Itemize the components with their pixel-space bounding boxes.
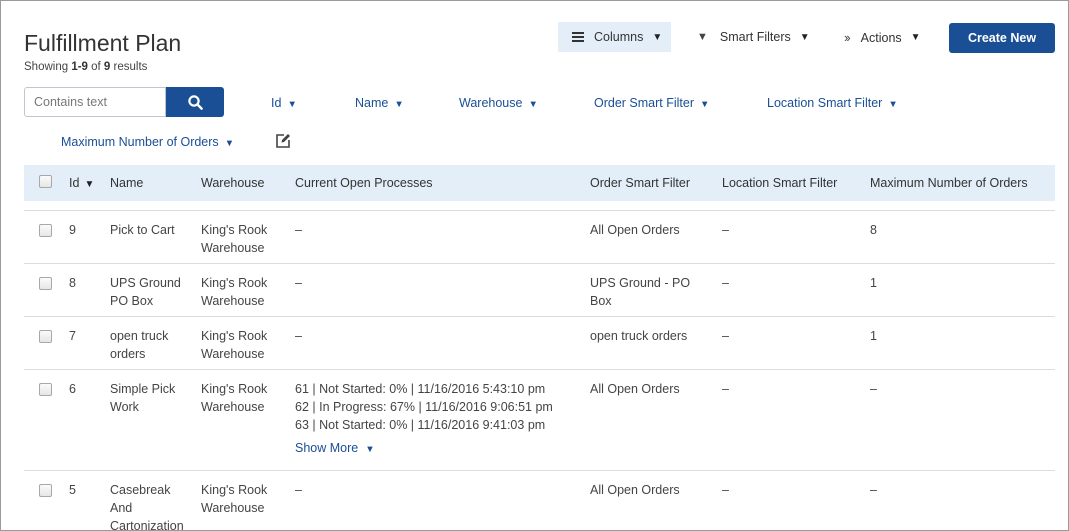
caret-down-icon: ▼ (224, 138, 235, 149)
row-checkbox[interactable] (39, 330, 52, 343)
column-header-max-orders[interactable]: Maximum Number of Orders (870, 176, 1028, 190)
cell-warehouse: King's Rook Warehouse (201, 483, 268, 515)
caret-down-icon: ▼ (365, 444, 375, 455)
cell-location-smart-filter: – (722, 276, 729, 290)
caret-down-icon: ▼ (910, 32, 921, 43)
column-header-name[interactable]: Name (110, 176, 143, 190)
cell-max-orders: 1 (870, 329, 877, 343)
cell-location-smart-filter: – (722, 483, 729, 497)
cell-id: 5 (69, 483, 76, 497)
app-frame: Fulfillment Plan Showing 1-9 of 9 result… (0, 0, 1069, 531)
table-row[interactable]: 6 Simple Pick Work King's Rook Warehouse 61 |… (24, 369, 1055, 470)
caret-down-icon: ▼ (287, 99, 297, 110)
cell-name: Simple Pick Work (110, 382, 176, 414)
column-header-current-open-processes[interactable]: Current Open Processes (295, 176, 433, 190)
cell-id: 6 (69, 382, 76, 396)
filter-order-smart-filter[interactable]: Order Smart Filter ▼ (594, 96, 709, 110)
cell-current-open-processes: – (295, 483, 302, 497)
filter-name[interactable]: Name ▼ (355, 96, 404, 110)
cell-max-orders: – (870, 483, 877, 497)
column-header-order-smart-filter[interactable]: Order Smart Filter (590, 176, 690, 190)
select-all-checkbox[interactable] (39, 175, 52, 188)
table-header: Id ▼ Name Warehouse Current Open Processe… (24, 165, 1055, 201)
list-icon (572, 31, 584, 43)
cell-max-orders: 8 (870, 223, 877, 237)
caret-down-icon: ▼ (394, 99, 404, 110)
cell-current-open-processes: – (295, 276, 302, 290)
search-button[interactable] (166, 87, 224, 117)
cell-warehouse: King's Rook Warehouse (201, 329, 268, 361)
cell-order-smart-filter: All Open Orders (590, 382, 680, 396)
filter-max-orders[interactable]: Maximum Number of Orders ▼ (61, 135, 234, 149)
funnel-icon: ▼ (697, 31, 708, 43)
column-header-id[interactable]: Id ▼ (69, 176, 94, 190)
show-more-link[interactable]: Show More ▼ (295, 439, 585, 459)
cell-current-open-processes: – (295, 329, 302, 343)
table-row[interactable]: 8 UPS Ground PO Box King's Rook Warehouse – UP… (24, 263, 1055, 316)
caret-down-icon: ▼ (652, 31, 663, 43)
table-row[interactable]: 5 Casebreak And Cartonization King's Rook War… (24, 470, 1055, 531)
cell-id: 7 (69, 329, 76, 343)
table-row[interactable]: 9 Pick to Cart King's Rook Warehouse – All Op… (24, 210, 1055, 263)
smart-filters-button[interactable]: ▼ Smart Filters ▼ (697, 30, 810, 44)
page-title: Fulfillment Plan (24, 30, 182, 56)
results-summary: Showing 1-9 of 9 results (24, 61, 148, 73)
cell-warehouse: King's Rook Warehouse (201, 382, 268, 414)
filter-warehouse[interactable]: Warehouse ▼ (459, 96, 538, 110)
cell-location-smart-filter: – (722, 329, 729, 343)
edit-icon[interactable] (275, 133, 291, 149)
cell-order-smart-filter: open truck orders (590, 329, 688, 343)
cell-location-smart-filter: – (722, 382, 729, 396)
column-header-location-smart-filter[interactable]: Location Smart Filter (722, 176, 837, 190)
cell-current-open-processes: – (295, 223, 302, 237)
caret-down-icon: ▼ (799, 31, 810, 43)
caret-down-icon: ▼ (528, 99, 538, 110)
cell-max-orders: 1 (870, 276, 877, 290)
double-chevron-icon: ›› (844, 30, 851, 45)
cell-max-orders: – (870, 382, 877, 396)
cell-name: UPS Ground PO Box (110, 276, 181, 308)
table-row[interactable]: 7 open truck orders King's Rook Warehouse – op… (24, 316, 1055, 369)
filter-id[interactable]: Id ▼ (271, 96, 297, 110)
search-icon (187, 94, 203, 110)
create-new-button[interactable]: Create New (949, 23, 1055, 53)
cell-id: 9 (69, 223, 76, 237)
row-checkbox[interactable] (39, 224, 52, 237)
cell-order-smart-filter: All Open Orders (590, 223, 680, 237)
cell-id: 8 (69, 276, 76, 290)
row-checkbox[interactable] (39, 484, 52, 497)
caret-down-icon: ▼ (888, 99, 898, 110)
sort-desc-icon: ▼ (84, 179, 95, 190)
cell-name: Casebreak And Cartonization (110, 483, 184, 531)
cell-current-open-processes: 61 | Not Started: 0% | 11/16/2016 5:43:1… (295, 380, 585, 459)
columns-button[interactable]: Columns ▼ (558, 22, 671, 52)
column-header-warehouse[interactable]: Warehouse (201, 176, 264, 190)
filter-location-smart-filter[interactable]: Location Smart Filter ▼ (767, 96, 898, 110)
row-checkbox[interactable] (39, 383, 52, 396)
actions-button[interactable]: ›› Actions ▼ (844, 30, 921, 45)
search-input[interactable] (24, 87, 166, 117)
row-checkbox[interactable] (39, 277, 52, 290)
cell-location-smart-filter: – (722, 223, 729, 237)
cell-name: open truck orders (110, 329, 169, 361)
cell-warehouse: King's Rook Warehouse (201, 223, 268, 255)
caret-down-icon: ▼ (700, 99, 710, 110)
cell-order-smart-filter: UPS Ground - PO Box (590, 276, 691, 308)
cell-warehouse: King's Rook Warehouse (201, 276, 268, 308)
cell-name: Pick to Cart (110, 223, 175, 237)
cell-order-smart-filter: All Open Orders (590, 483, 680, 497)
